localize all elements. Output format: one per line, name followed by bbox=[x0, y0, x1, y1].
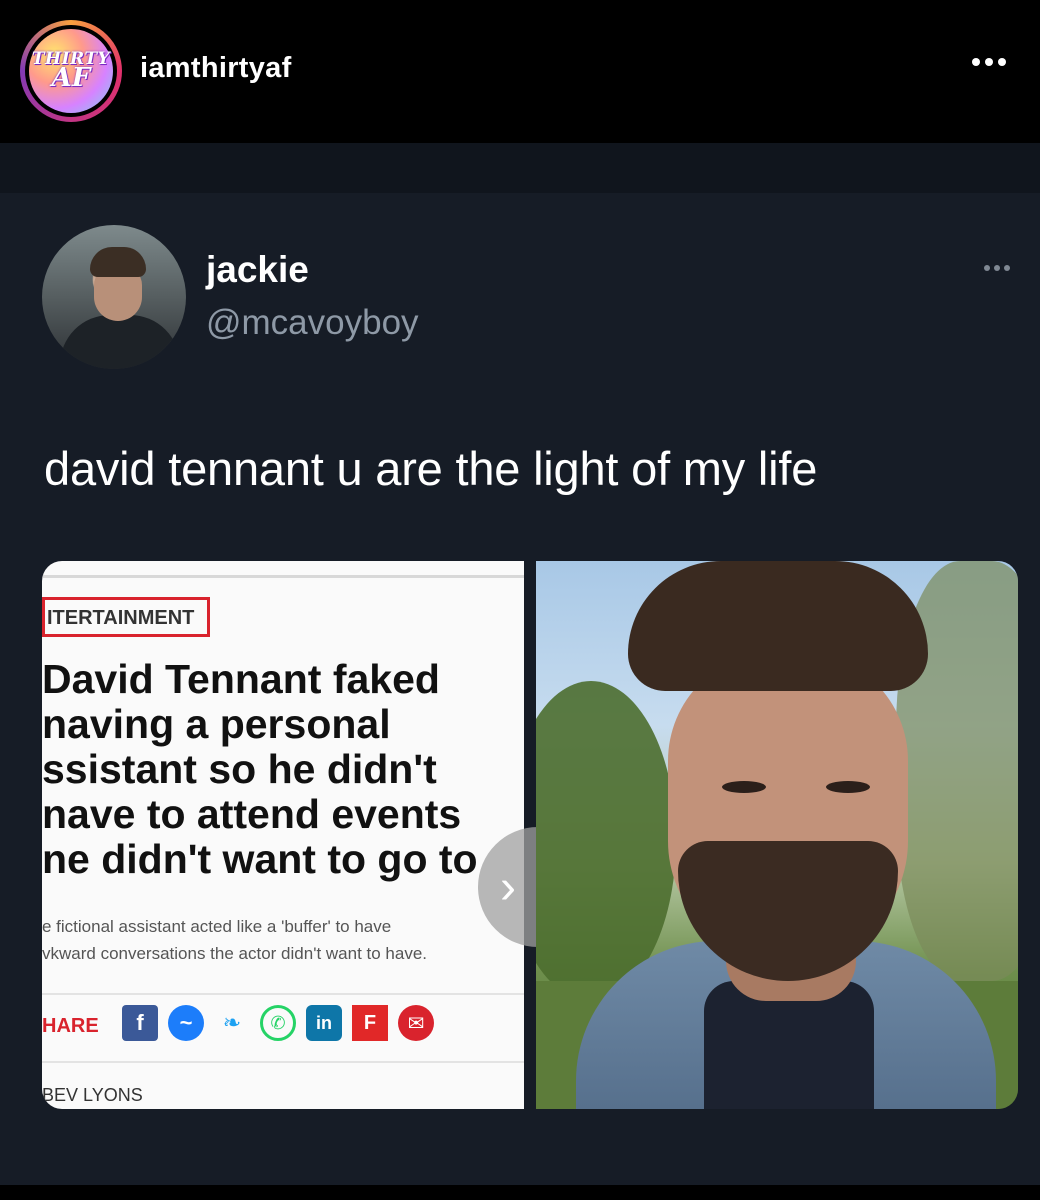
account-avatar[interactable]: THIRTY AF bbox=[20, 20, 122, 122]
article-screenshot[interactable]: ITERTAINMENT David Tennant faked naving … bbox=[42, 561, 524, 1109]
article-section-label: ITERTAINMENT bbox=[42, 597, 210, 637]
david-tennant-photo[interactable] bbox=[536, 561, 1018, 1109]
tweet-author-avatar[interactable] bbox=[42, 225, 186, 369]
tweet-card: jackie @mcavoyboy david tennant u are th… bbox=[0, 143, 1040, 1185]
account-username[interactable]: iamthirtyaf bbox=[140, 52, 292, 85]
twitter-icon[interactable]: ❧ bbox=[214, 1005, 250, 1041]
messenger-icon[interactable]: ~ bbox=[168, 1005, 204, 1041]
tweet-media[interactable]: ITERTAINMENT David Tennant faked naving … bbox=[42, 561, 1018, 1109]
linkedin-icon[interactable]: in bbox=[306, 1005, 342, 1041]
share-label: HARE bbox=[42, 1015, 99, 1037]
article-subheadline: e fictional assistant acted like a 'buff… bbox=[42, 917, 428, 963]
instagram-post-header: THIRTY AF iamthirtyaf bbox=[0, 0, 1040, 143]
tweet-author-handle[interactable]: @mcavoyboy bbox=[206, 303, 419, 343]
article-headline: David Tennant faked naving a personal ss… bbox=[42, 657, 478, 882]
flipboard-icon[interactable]: F bbox=[352, 1005, 388, 1041]
email-icon[interactable]: ✉ bbox=[398, 1005, 434, 1041]
facebook-icon[interactable]: f bbox=[122, 1005, 158, 1041]
more-options-icon[interactable] bbox=[972, 58, 1006, 66]
thirty-af-logo: THIRTY AF bbox=[29, 29, 113, 113]
article-byline: BEV LYONS bbox=[42, 1085, 143, 1105]
tweet-more-icon[interactable] bbox=[984, 265, 1010, 271]
whatsapp-icon[interactable]: ✆ bbox=[260, 1005, 296, 1041]
tweet-author-name[interactable]: jackie bbox=[206, 249, 309, 291]
tweet-text: david tennant u are the light of my life bbox=[44, 442, 818, 495]
share-icons: f ~ ❧ ✆ in F ✉ bbox=[122, 1005, 434, 1041]
